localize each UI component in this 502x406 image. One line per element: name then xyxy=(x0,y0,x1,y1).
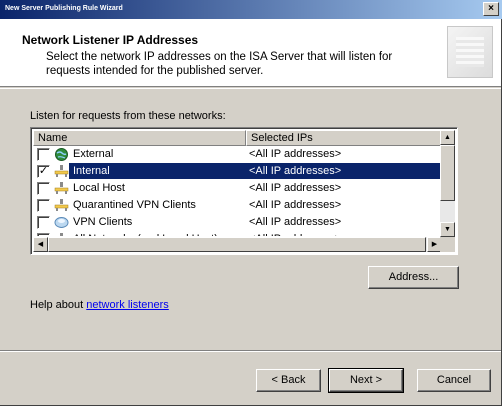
network-row[interactable]: ✓ Internal <All IP addresses> xyxy=(33,163,444,180)
cancel-button[interactable]: Cancel xyxy=(417,369,491,392)
network-name: Quarantined VPN Clients xyxy=(73,199,196,211)
close-button[interactable]: × xyxy=(483,2,499,16)
network-icon xyxy=(54,198,69,213)
network-name: VPN Clients xyxy=(73,216,133,228)
network-listeners-link[interactable]: network listeners xyxy=(86,299,169,311)
header-divider xyxy=(0,88,501,89)
page-title: Network Listener IP Addresses xyxy=(22,33,199,47)
listview-header: Name Selected IPs xyxy=(33,130,444,146)
column-header-selected-ips[interactable]: Selected IPs xyxy=(246,130,444,146)
network-listview[interactable]: Name Selected IPs External <All IP addres… xyxy=(30,127,458,255)
network-row[interactable]: Local Host <All IP addresses> xyxy=(33,180,444,197)
network-checkbox[interactable]: ✓ xyxy=(37,165,50,178)
horizontal-scroll-thumb[interactable] xyxy=(48,237,426,252)
network-name: All Networks (and Local Host) xyxy=(73,233,218,236)
column-header-name[interactable]: Name xyxy=(33,130,246,146)
network-icon xyxy=(54,181,69,196)
network-checkbox[interactable] xyxy=(37,233,50,236)
network-row[interactable]: All Networks (and Local Host) <All IP add… xyxy=(33,231,444,236)
back-button[interactable]: < Back xyxy=(256,369,321,392)
page-description: Select the network IP addresses on the I… xyxy=(46,51,393,77)
network-checkbox[interactable] xyxy=(37,182,50,195)
network-checkbox[interactable] xyxy=(37,148,50,161)
network-checkbox[interactable] xyxy=(37,216,50,229)
selected-ips-value: <All IP addresses> xyxy=(249,165,342,177)
wizard-window: New Server Publishing Rule Wizard × Netw… xyxy=(0,0,502,406)
scroll-up-button[interactable]: ▲ xyxy=(440,130,455,145)
network-name: Local Host xyxy=(73,182,125,194)
help-text: Help about network listeners xyxy=(30,299,169,311)
selected-ips-value: <All IP addresses> xyxy=(249,233,341,236)
listen-label: Listen for requests from these networks: xyxy=(30,110,226,122)
listview-rows: External <All IP addresses> ✓ Internal <All … xyxy=(33,146,444,236)
help-prefix: Help about xyxy=(30,299,87,311)
scroll-down-button[interactable]: ▼ xyxy=(440,222,455,237)
vpn-clients-icon xyxy=(54,215,69,230)
network-row[interactable]: External <All IP addresses> xyxy=(33,146,444,163)
vertical-scroll-thumb[interactable] xyxy=(440,145,455,201)
scroll-left-button[interactable]: ◀ xyxy=(33,237,48,252)
address-button[interactable]: Address... xyxy=(368,266,459,289)
selected-ips-value: <All IP addresses> xyxy=(249,199,342,211)
vertical-scrollbar[interactable]: ▲ ▼ xyxy=(440,130,455,237)
footer-divider xyxy=(0,350,501,352)
network-checkbox[interactable] xyxy=(37,199,50,212)
window-title: New Server Publishing Rule Wizard xyxy=(5,5,123,12)
network-name: External xyxy=(73,148,114,160)
wizard-header: Network Listener IP Addresses Select the… xyxy=(0,19,501,87)
network-row[interactable]: Quarantined VPN Clients <All IP addresses… xyxy=(33,197,444,214)
title-bar: New Server Publishing Rule Wizard × xyxy=(0,0,502,19)
next-button[interactable]: Next > xyxy=(328,368,404,393)
wizard-header-graphic xyxy=(447,26,493,78)
network-icon xyxy=(54,232,69,236)
selected-ips-value: <All IP addresses> xyxy=(249,182,342,194)
selected-ips-value: <All IP addresses> xyxy=(249,216,342,228)
network-icon xyxy=(54,164,69,179)
network-row[interactable]: VPN Clients <All IP addresses> xyxy=(33,214,444,231)
scrollbar-corner xyxy=(440,237,455,252)
selected-ips-value: <All IP addresses> xyxy=(249,148,342,160)
horizontal-scrollbar[interactable]: ◀ ▶ xyxy=(33,237,442,252)
globe-icon xyxy=(54,147,69,162)
network-name: Internal xyxy=(73,165,110,177)
